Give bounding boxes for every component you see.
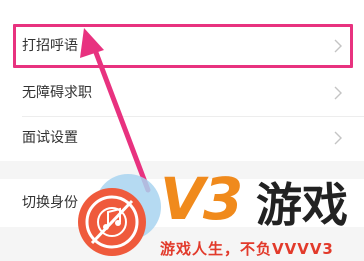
- menu-item-label: 切换身份: [22, 195, 78, 211]
- highlight-box: [13, 24, 353, 68]
- watermark-brand-cn: 游戏: [256, 178, 348, 232]
- menu-item-label: 无障碍求职: [22, 85, 92, 101]
- menu-item-interview-settings[interactable]: 面试设置: [0, 117, 364, 161]
- chevron-right-icon: [334, 86, 342, 100]
- menu-item-label: 面试设置: [22, 130, 78, 146]
- menu-item-accessible-job[interactable]: 无障碍求职: [0, 72, 364, 116]
- watermark-slogan: 游戏人生，不负VVVV3: [160, 240, 334, 258]
- chevron-right-icon: [334, 131, 342, 145]
- watermark-brand-v3: V3: [160, 165, 243, 233]
